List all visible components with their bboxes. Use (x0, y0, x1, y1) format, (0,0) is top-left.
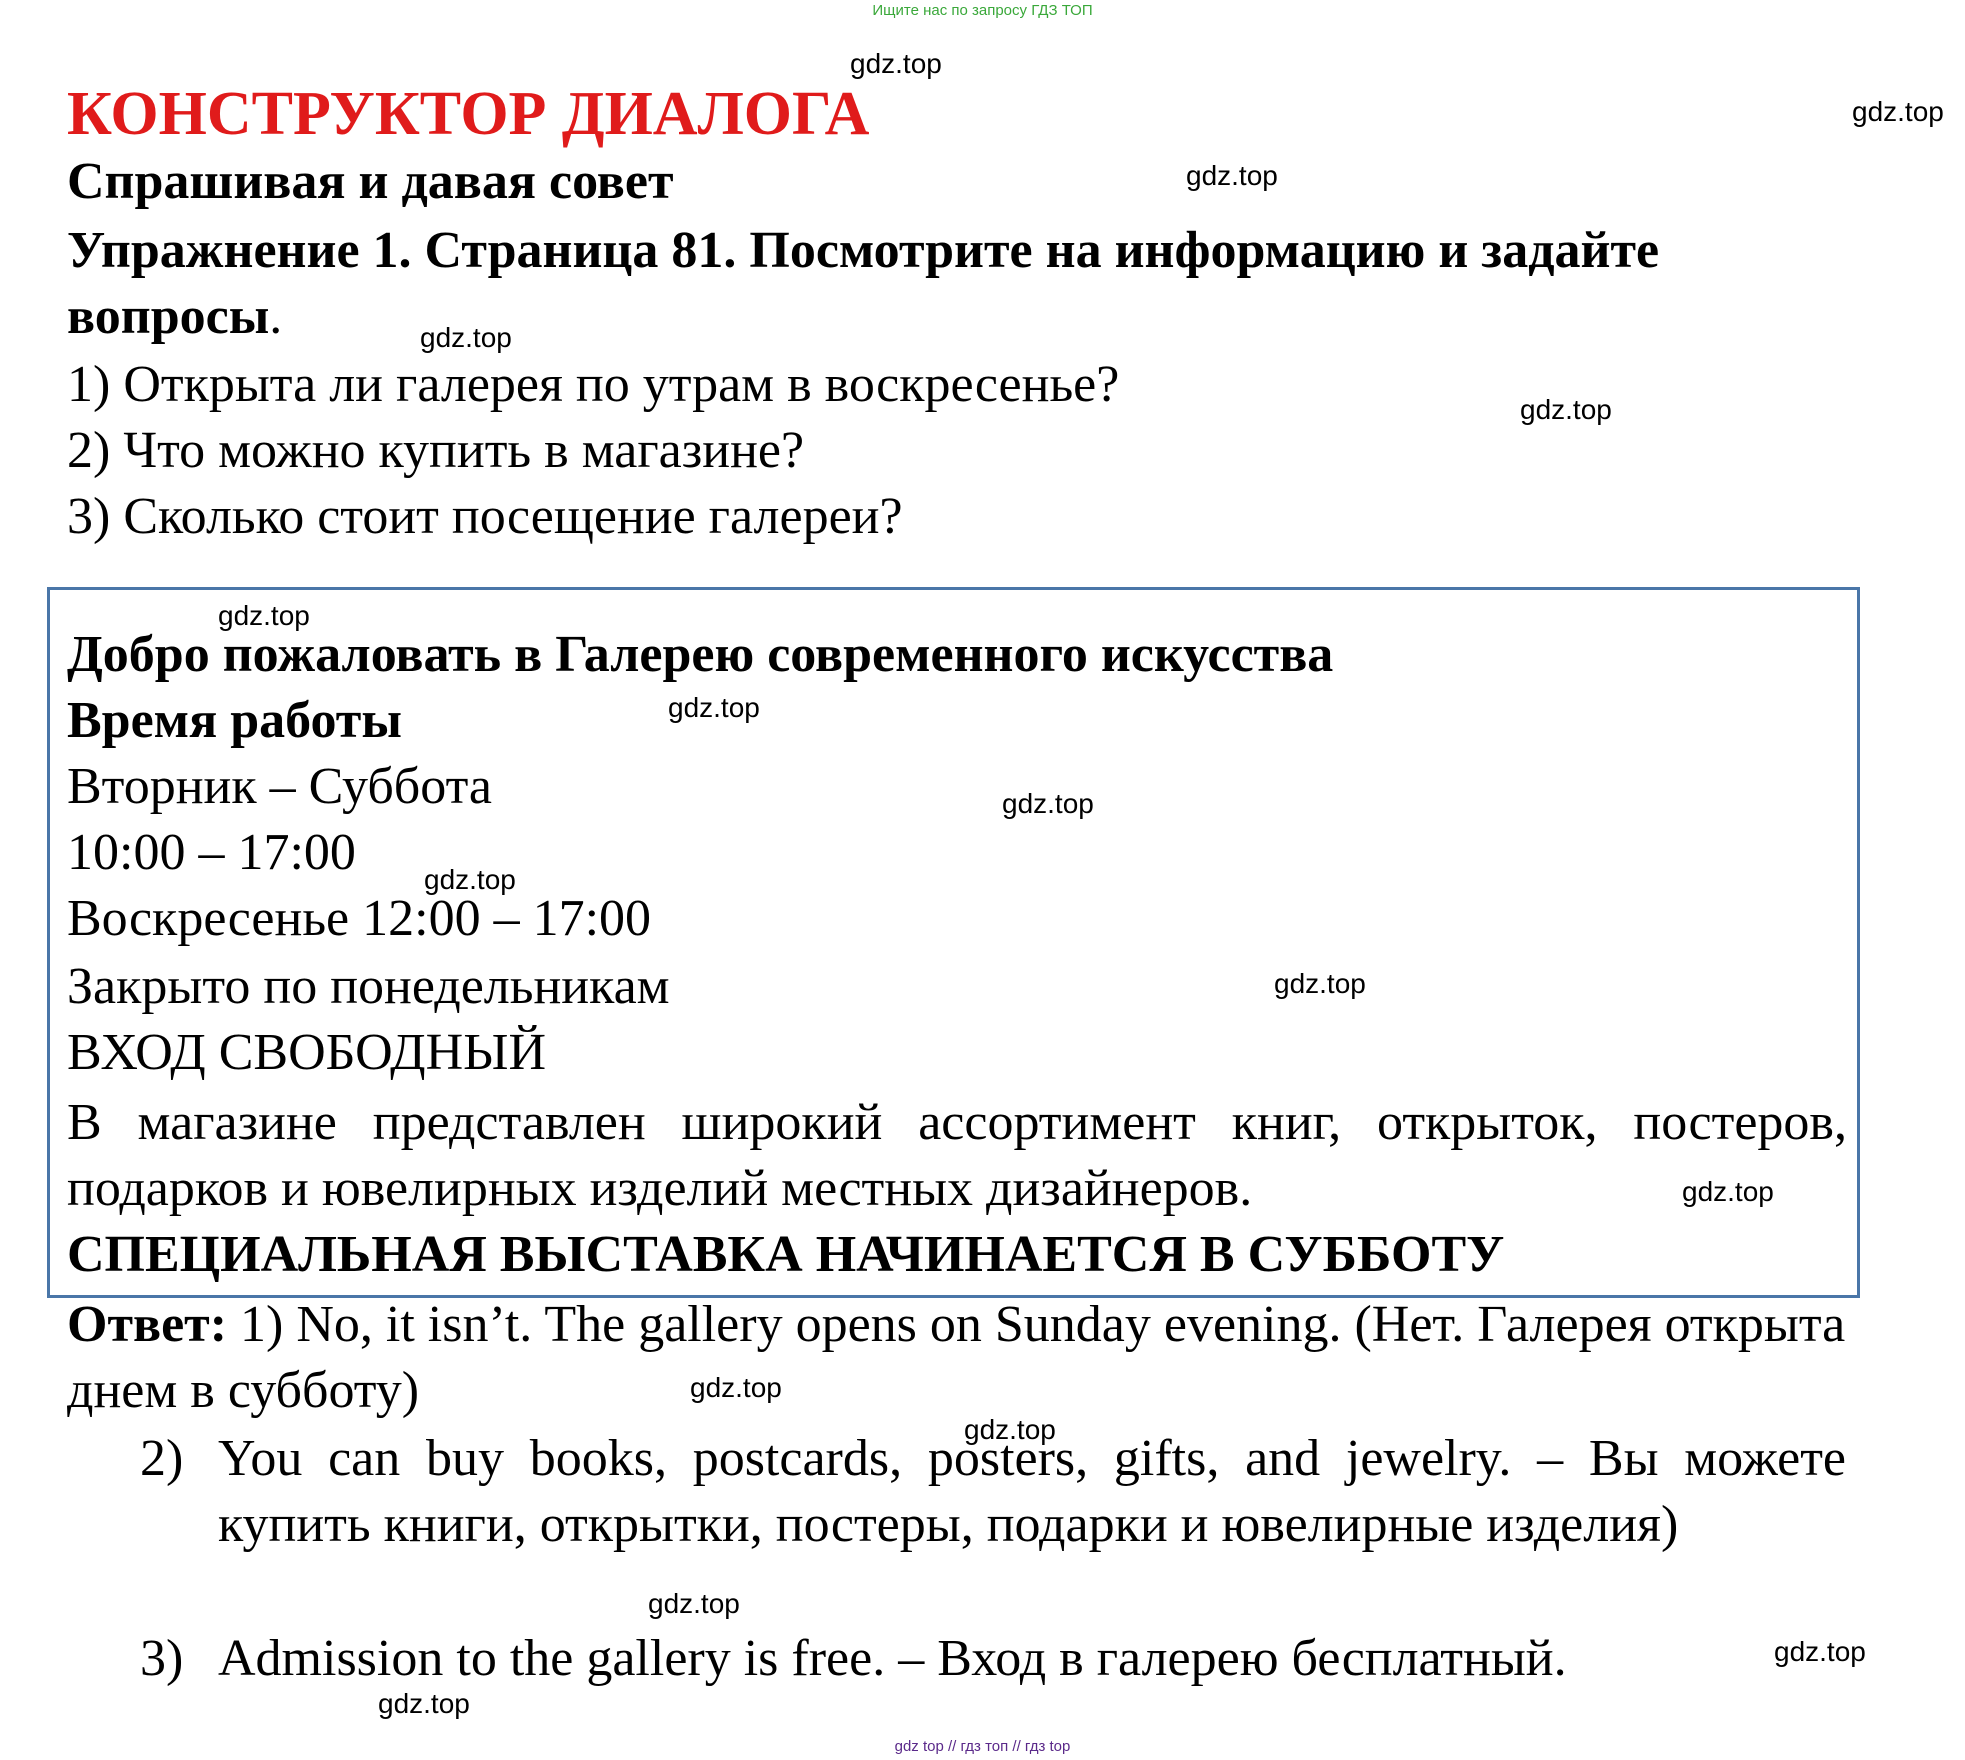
watermark: gdz.top (420, 322, 512, 353)
watermark: gdz.top (1274, 968, 1366, 999)
watermark: gdz.top (378, 1688, 470, 1719)
question-3: 3) Сколько стоит посещение галереи? (67, 488, 903, 545)
shop-description: В магазине представлен широкий ассортиме… (67, 1094, 1847, 1217)
bottom-banner: gdz top // гдз топ // гдз top (894, 1738, 1071, 1755)
answer-2-number: 2) (140, 1430, 184, 1487)
exercise-period: . (269, 288, 283, 345)
exercise-heading: Упражнение 1. Страница 81. Посмотрите на… (67, 218, 1847, 350)
answer-3-number: 3) (140, 1630, 184, 1687)
closed-note: Закрыто по понедельникам (67, 958, 670, 1015)
answer-3-text: Admission to the gallery is free. – Вход… (218, 1630, 1567, 1687)
answer-1-text: 1) No, it isn’t. The gallery opens on Su… (67, 1296, 1846, 1419)
weekday-hours: 10:00 – 17:00 (67, 824, 356, 881)
watermark: gdz.top (850, 48, 942, 79)
watermark: gdz.top (1520, 394, 1612, 425)
watermark: gdz.top (218, 600, 310, 631)
watermark: gdz.top (424, 864, 516, 895)
answer-label: Ответ: (67, 1296, 228, 1353)
admission-note: ВХОД СВОБОДНЫЙ (67, 1024, 547, 1081)
question-1: 1) Открыта ли галерея по утрам в воскрес… (67, 356, 1120, 413)
top-banner: Ищите нас по запросу ГДЗ ТОП (872, 2, 1093, 19)
watermark: gdz.top (1682, 1176, 1774, 1207)
sunday-hours: Воскресенье 12:00 – 17:00 (67, 890, 652, 947)
weekdays: Вторник – Суббота (67, 758, 493, 815)
question-2: 2) Что можно купить в магазине? (67, 422, 805, 479)
watermark: gdz.top (690, 1372, 782, 1403)
hours-heading: Время работы (67, 692, 402, 749)
page-title: КОНСТРУКТОР ДИАЛОГА (67, 80, 870, 148)
watermark: gdz.top (1774, 1636, 1866, 1667)
watermark: gdz.top (964, 1414, 1056, 1445)
watermark: gdz.top (1002, 788, 1094, 819)
watermark: gdz.top (1852, 96, 1944, 127)
answer-1: Ответ: 1) No, it isn’t. The gallery open… (67, 1292, 1847, 1424)
exercise-text: Упражнение 1. Страница 81. Посмотрите на… (67, 222, 1660, 345)
section-subtitle: Спрашивая и давая совет (67, 153, 674, 210)
watermark: gdz.top (668, 692, 760, 723)
special-exhibition: СПЕЦИАЛЬНАЯ ВЫСТАВКА НАЧИНАЕТСЯ В СУББОТ… (67, 1226, 1505, 1283)
watermark: gdz.top (1186, 160, 1278, 191)
watermark: gdz.top (648, 1588, 740, 1619)
